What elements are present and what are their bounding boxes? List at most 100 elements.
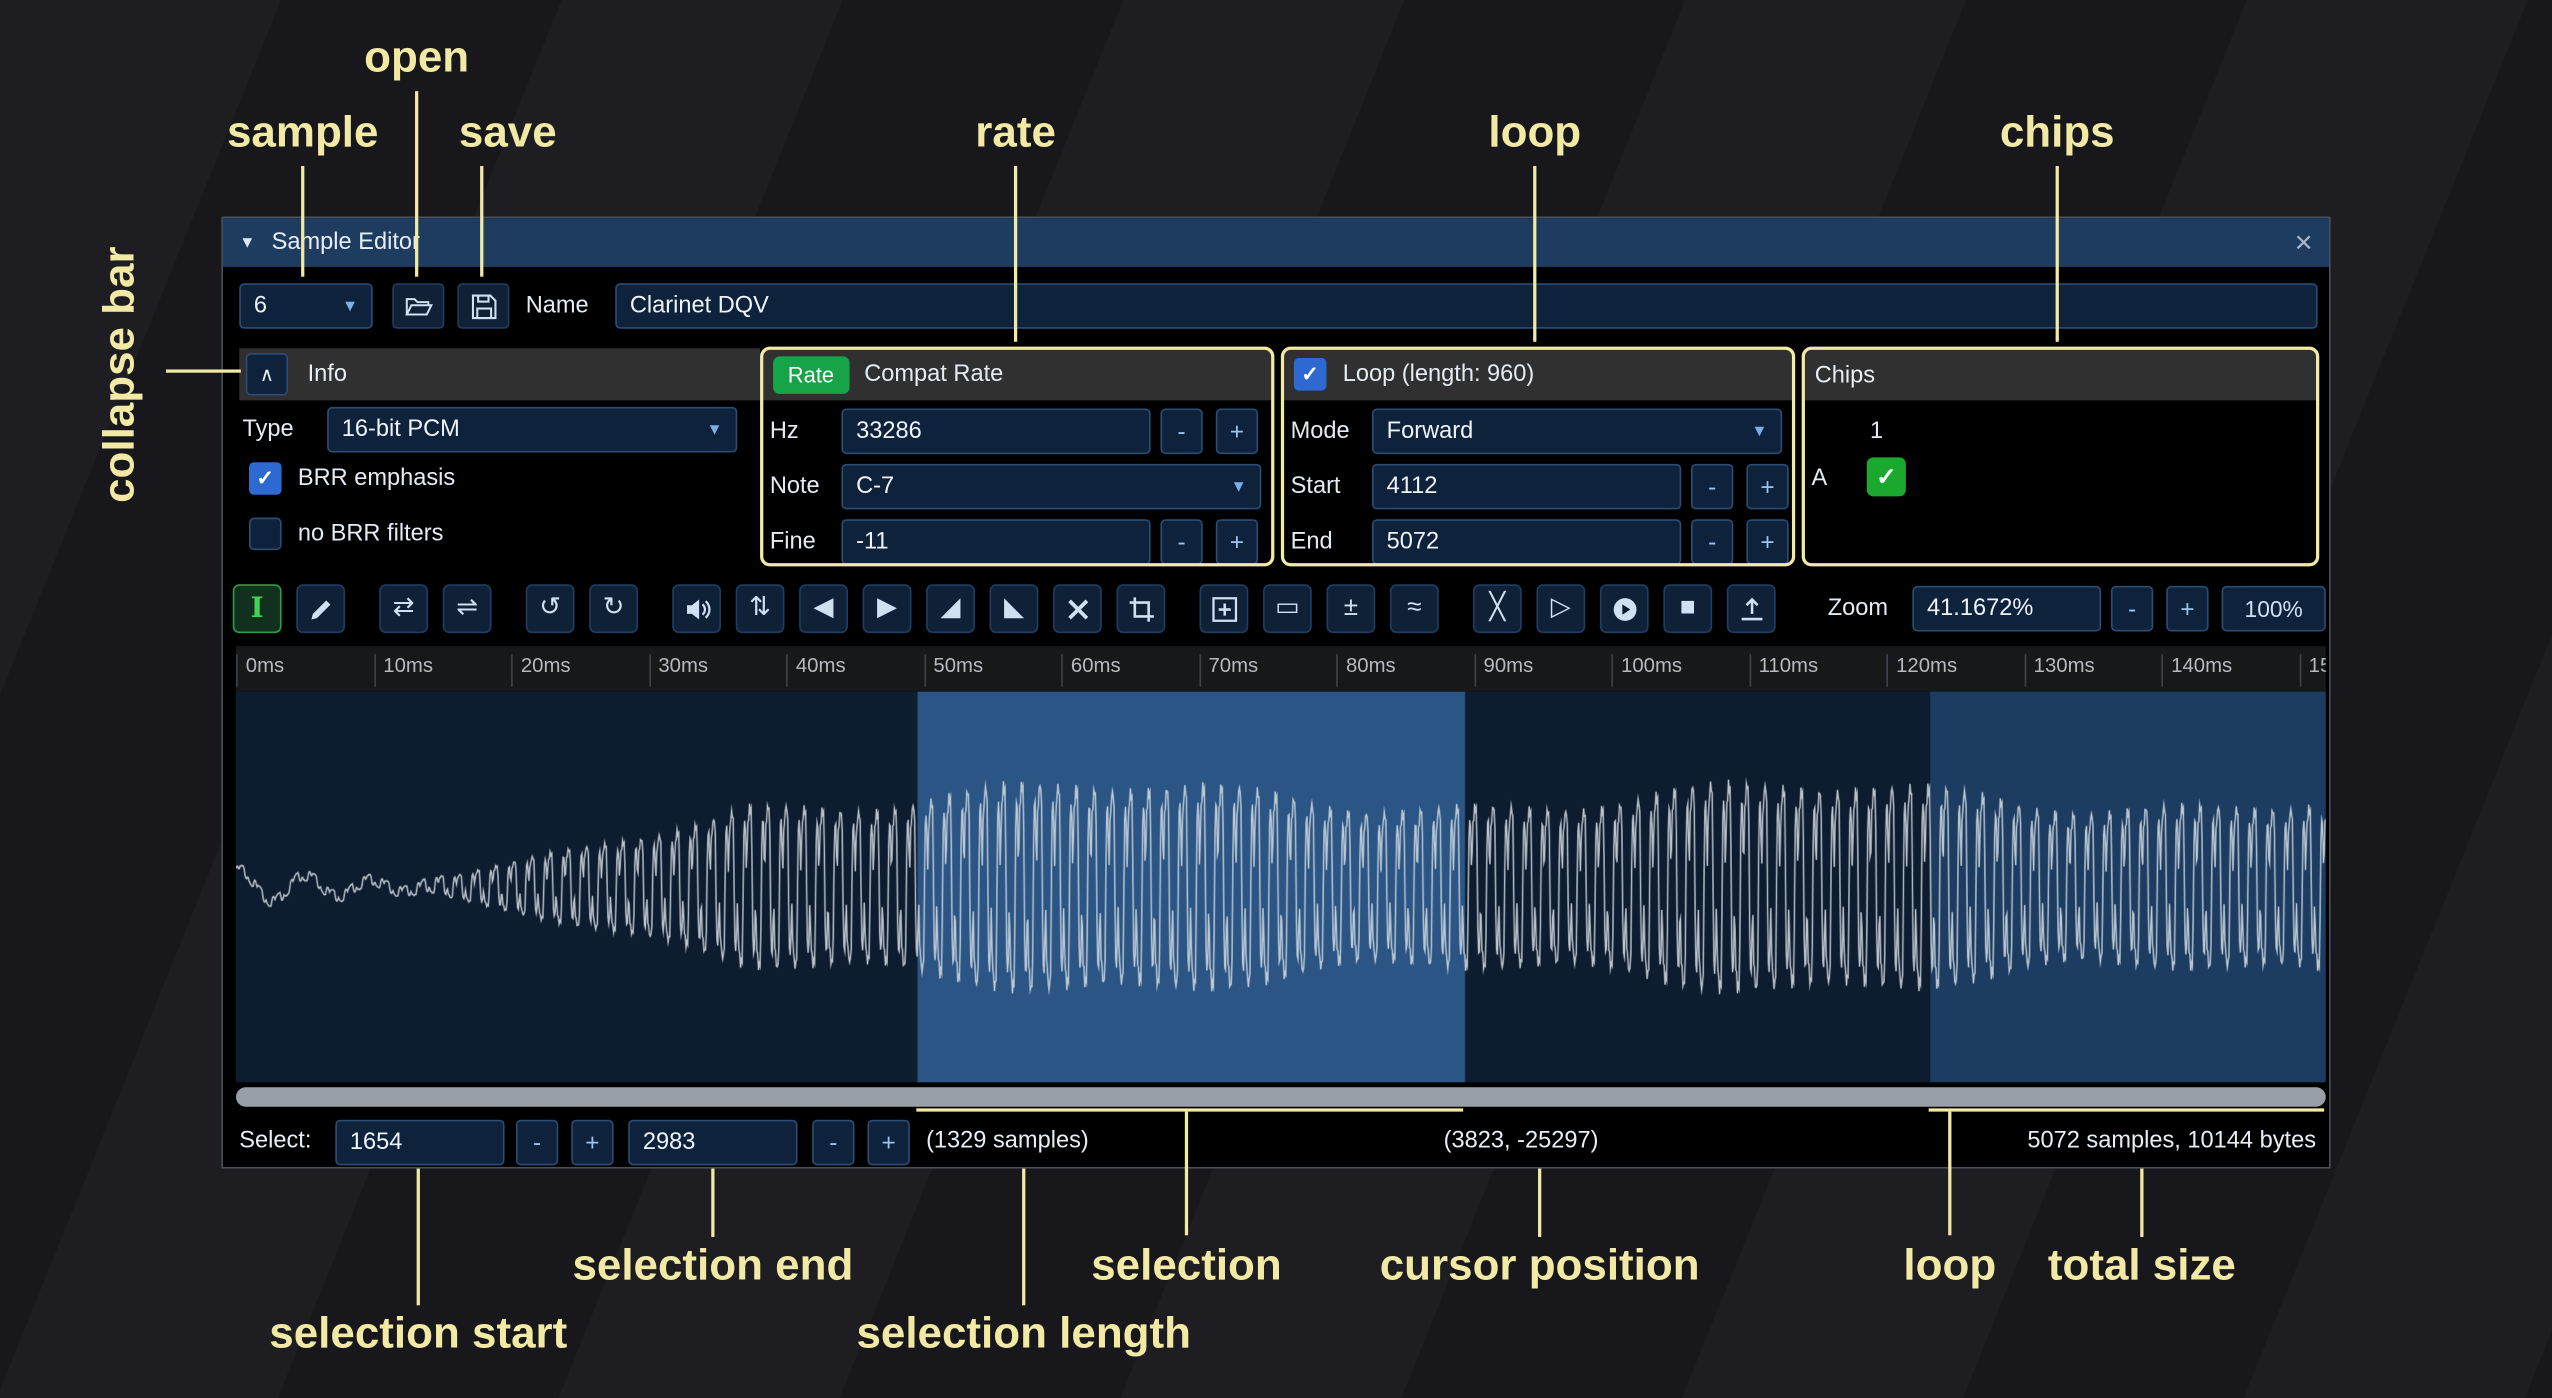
fine-input[interactable]: -11: [841, 519, 1150, 565]
loop-start-minus-button[interactable]: -: [1691, 464, 1733, 510]
type-label: Type: [243, 407, 294, 453]
amplify-button[interactable]: [672, 584, 721, 633]
loop-mode-select[interactable]: Forward ▼: [1372, 409, 1782, 455]
hz-minus-button[interactable]: -: [1160, 409, 1202, 455]
stop-preview-button[interactable]: ■: [1663, 584, 1712, 633]
preview-sample-button[interactable]: ▷: [1536, 584, 1585, 633]
annotation-line-rate: [1014, 166, 1017, 342]
delete-button[interactable]: [1053, 584, 1102, 633]
loop-start-input[interactable]: 4112: [1372, 464, 1681, 510]
annotation-line-selection-length: [1022, 1169, 1025, 1306]
resample-button[interactable]: ⇌: [443, 584, 492, 633]
annotation-cursor-position: cursor position: [1380, 1240, 1700, 1290]
ruler-label: 150ms: [2299, 654, 2326, 687]
select-mode-button[interactable]: I: [233, 584, 282, 633]
close-icon[interactable]: ×: [2295, 227, 2313, 258]
loop-enable-checkbox[interactable]: ✓: [1294, 358, 1327, 391]
save-icon: [470, 292, 498, 320]
annotation-open: open: [364, 33, 469, 83]
trim-button[interactable]: [1117, 584, 1166, 633]
annotation-line-cursor-position: [1538, 1169, 1541, 1237]
fade-out-button[interactable]: ◣: [990, 584, 1039, 633]
waveform-scrollbar[interactable]: [236, 1087, 2326, 1107]
waveform-canvas[interactable]: [236, 692, 2326, 1083]
titlebar[interactable]: ▼ Sample Editor ×: [223, 218, 2329, 267]
resize-button[interactable]: ⇄: [379, 584, 428, 633]
loop-start-plus-button[interactable]: +: [1746, 464, 1788, 510]
collapse-bar-button[interactable]: ∧: [246, 353, 288, 395]
name-label: Name: [526, 283, 589, 329]
redo-button[interactable]: ↻: [589, 584, 638, 633]
open-button[interactable]: [392, 283, 444, 329]
select-label: Select:: [239, 1118, 311, 1164]
annotation-selection-length: selection length: [856, 1309, 1191, 1359]
plus-box-icon: [1210, 595, 1238, 623]
invert-button[interactable]: ▶: [863, 584, 912, 633]
play-sample-button[interactable]: [1600, 584, 1649, 633]
resample-icon: ⇌: [456, 596, 478, 622]
apply-silence-button[interactable]: ▭: [1263, 584, 1312, 633]
cursor-position-text: (3823, -25297): [1444, 1118, 1599, 1164]
resize-icon: ⇄: [393, 596, 415, 622]
apply-filter-button[interactable]: ≈: [1390, 584, 1439, 633]
selection-end-input[interactable]: 2983: [628, 1120, 797, 1166]
chip-enable-checkbox[interactable]: ✓: [1867, 457, 1906, 496]
type-select[interactable]: 16-bit PCM ▼: [327, 407, 737, 453]
brr-emphasis-label: BRR emphasis: [298, 456, 455, 502]
sign-exchange-button[interactable]: ±: [1326, 584, 1375, 633]
fine-plus-button[interactable]: +: [1216, 519, 1258, 565]
insert-silence-button[interactable]: [1200, 584, 1249, 633]
loop-end-input[interactable]: 5072: [1372, 519, 1681, 565]
window-collapse-icon[interactable]: ▼: [239, 234, 255, 252]
fine-minus-button[interactable]: -: [1160, 519, 1202, 565]
annotation-loop-bottom: loop: [1903, 1240, 1996, 1290]
redo-icon: ↻: [603, 596, 625, 622]
note-select[interactable]: C-7 ▼: [841, 464, 1261, 510]
selection-start-minus-button[interactable]: -: [516, 1120, 558, 1166]
selection-start-input[interactable]: 1654: [335, 1120, 504, 1166]
info-header-bar: Info: [239, 348, 760, 400]
speaker-icon: [683, 595, 711, 623]
annotation-bracket-loop: [1929, 1108, 2324, 1111]
sample-select[interactable]: 6 ▼: [239, 283, 372, 329]
no-brr-filters-checkbox[interactable]: [249, 518, 282, 551]
loop-end-minus-button[interactable]: -: [1691, 519, 1733, 565]
loop-mode-value: Forward: [1387, 418, 1474, 444]
selection-start-plus-button[interactable]: +: [571, 1120, 613, 1166]
fade-in-button[interactable]: ◢: [926, 584, 975, 633]
undo-button[interactable]: ↺: [526, 584, 575, 633]
sample-number: 6: [254, 293, 267, 319]
hz-plus-button[interactable]: +: [1216, 409, 1258, 455]
zoom-reset-button[interactable]: 100%: [2222, 586, 2326, 632]
zoom-input[interactable]: 41.1672%: [1912, 586, 2101, 632]
loop-header-label: Loop (length: 960): [1343, 352, 1535, 398]
annotation-chips: chips: [2000, 107, 2115, 157]
brr-emphasis-checkbox[interactable]: ✓: [249, 462, 282, 495]
reverse-button[interactable]: ◀: [799, 584, 848, 633]
timeline-ruler: 0ms10ms20ms30ms40ms50ms60ms70ms80ms90ms1…: [236, 646, 2326, 692]
zoom-out-button[interactable]: -: [2111, 586, 2153, 632]
create-wavetable-button[interactable]: [1727, 584, 1776, 633]
zoom-in-button[interactable]: +: [2166, 586, 2208, 632]
normalize-icon: ⇅: [749, 596, 771, 622]
save-button[interactable]: [457, 283, 509, 329]
ruler-label: 50ms: [924, 654, 984, 687]
annotation-line-collapse-bar: [166, 369, 241, 372]
reverse-icon: ◀: [814, 596, 834, 622]
annotation-line-selection-end: [711, 1169, 714, 1237]
ruler-label: 140ms: [2161, 654, 2232, 687]
selection-end-minus-button[interactable]: -: [812, 1120, 854, 1166]
crossfade-loop-button[interactable]: ╳: [1473, 584, 1522, 633]
name-input[interactable]: Clarinet DQV: [615, 283, 2317, 329]
ruler-label: 20ms: [511, 654, 571, 687]
check-icon: ✓: [1876, 462, 1896, 491]
invert-icon: ▶: [877, 596, 897, 622]
total-size-text: 5072 samples, 10144 bytes: [2027, 1118, 2316, 1164]
hz-input[interactable]: 33286: [841, 409, 1150, 455]
draw-mode-button[interactable]: [296, 584, 345, 633]
selection-end-plus-button[interactable]: +: [867, 1120, 909, 1166]
annotation-save: save: [459, 107, 557, 157]
normalize-button[interactable]: ⇅: [736, 584, 785, 633]
loop-end-plus-button[interactable]: +: [1746, 519, 1788, 565]
annotation-loop: loop: [1488, 107, 1581, 157]
